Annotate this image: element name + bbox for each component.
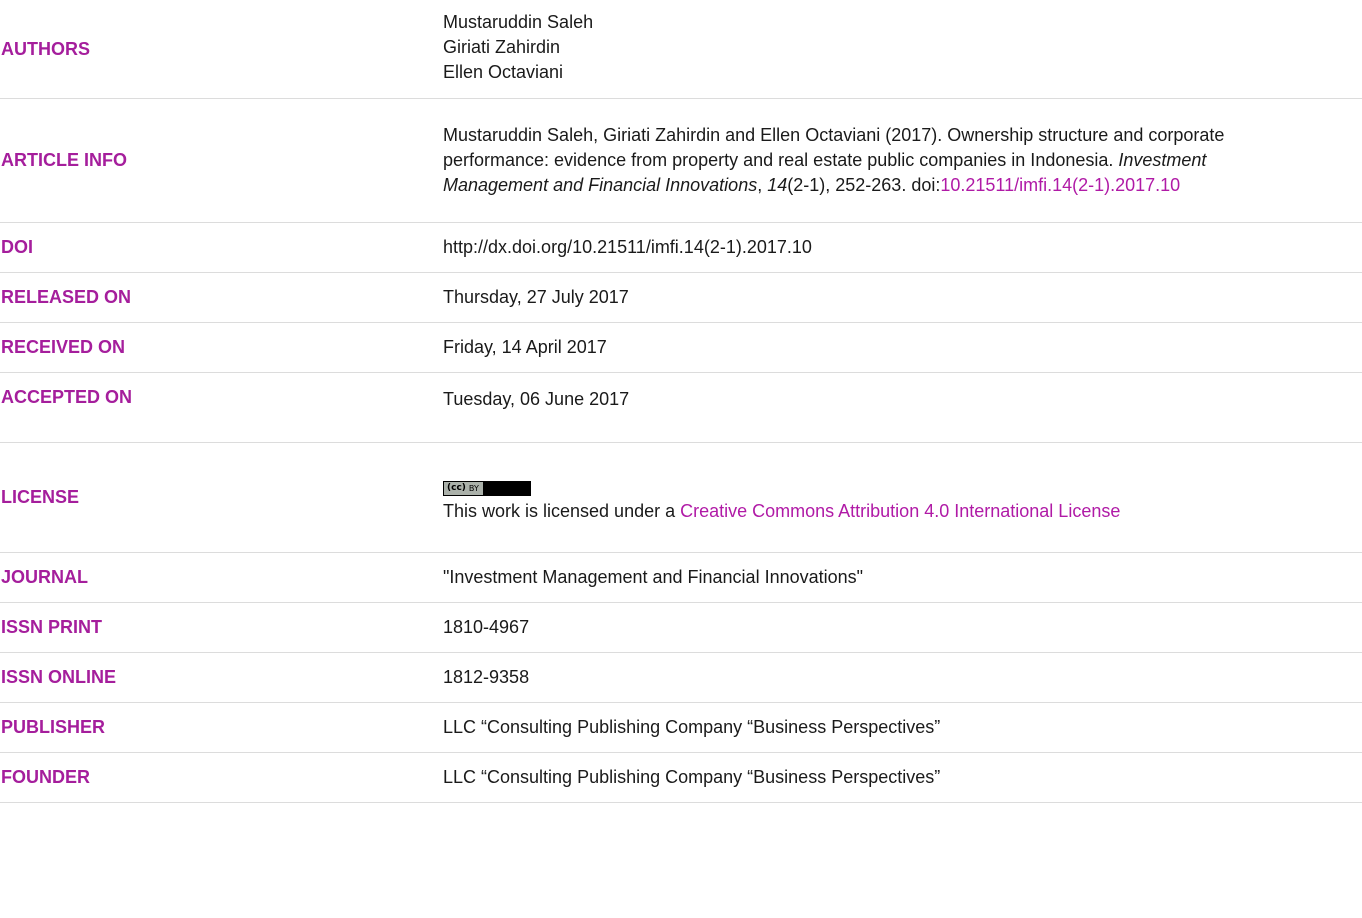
issn-online-value: 1812-9358 [443, 667, 530, 687]
released-on-label: RELEASED ON [1, 287, 132, 307]
accepted-on-value: Tuesday, 06 June 2017 [443, 389, 630, 409]
publisher-value: LLC “Consulting Publishing Company “Busi… [443, 717, 941, 737]
authors-label: AUTHORS [1, 38, 90, 59]
issn-online-label: ISSN ONLINE [1, 667, 117, 687]
issn-online-row: ISSN ONLINE 1812-9358 [0, 653, 1362, 703]
publisher-row: PUBLISHER LLC “Consulting Publishing Com… [0, 703, 1362, 753]
license-text: This work is licensed under a Creative C… [443, 499, 1314, 524]
author-name: Giriati Zahirdin [443, 36, 561, 57]
journal-label: JOURNAL [1, 567, 89, 587]
author-name: Ellen Octaviani [443, 61, 564, 82]
author-name: Mustaruddin Saleh [443, 11, 594, 32]
issn-print-row: ISSN PRINT 1810-4967 [0, 603, 1362, 653]
license-row: LICENSE (cc) BY This work is licensed un… [0, 443, 1362, 553]
founder-label: FOUNDER [1, 767, 90, 787]
doi-value: http://dx.doi.org/10.21511/imfi.14(2-1).… [443, 237, 812, 257]
received-on-label: RECEIVED ON [1, 337, 126, 357]
accepted-on-label: ACCEPTED ON [1, 387, 133, 407]
founder-row: FOUNDER LLC “Consulting Publishing Compa… [0, 753, 1362, 803]
authors-row: AUTHORS Mustaruddin Saleh Giriati Zahird… [0, 0, 1362, 99]
license-link[interactable]: Creative Commons Attribution 4.0 Interna… [680, 501, 1120, 521]
publisher-label: PUBLISHER [1, 717, 106, 737]
citation-volume: 14 [767, 175, 788, 195]
received-on-value: Friday, 14 April 2017 [443, 337, 607, 357]
issn-print-value: 1810-4967 [443, 617, 530, 637]
cc-icon: (cc) [444, 481, 469, 495]
license-value: (cc) BY This work is licensed under a Cr… [443, 472, 1362, 524]
released-on-value: Thursday, 27 July 2017 [443, 287, 629, 307]
article-metadata-table: AUTHORS Mustaruddin Saleh Giriati Zahird… [0, 0, 1362, 803]
released-on-row: RELEASED ON Thursday, 27 July 2017 [0, 273, 1362, 323]
journal-row: JOURNAL "Investment Management and Finan… [0, 553, 1362, 603]
founder-value: LLC “Consulting Publishing Company “Busi… [443, 767, 941, 787]
license-prefix: This work is licensed under a [443, 500, 681, 521]
doi-row: DOI http://dx.doi.org/10.21511/imfi.14(2… [0, 223, 1362, 273]
citation-text: Mustaruddin Saleh, Giriati Zahirdin and … [443, 125, 1225, 170]
authors-list: Mustaruddin Saleh Giriati Zahirdin Ellen… [443, 10, 1362, 85]
citation-doi-link[interactable]: 10.21511/imfi.14(2-1).2017.10 [940, 175, 1180, 195]
article-info-label: ARTICLE INFO [1, 150, 127, 170]
received-on-row: RECEIVED ON Friday, 14 April 2017 [0, 323, 1362, 373]
article-info-citation: Mustaruddin Saleh, Giriati Zahirdin and … [443, 123, 1362, 198]
by-icon: BY [468, 481, 483, 495]
issn-print-label: ISSN PRINT [1, 617, 103, 637]
cc-by-badge[interactable]: (cc) BY [443, 480, 531, 496]
article-info-row: ARTICLE INFO Mustaruddin Saleh, Giriati … [0, 99, 1362, 223]
journal-value: "Investment Management and Financial Inn… [443, 567, 864, 587]
accepted-on-row: ACCEPTED ON Tuesday, 06 June 2017 [0, 373, 1362, 443]
license-label: LICENSE [1, 487, 80, 507]
doi-label: DOI [1, 237, 34, 257]
citation-pages: (2-1), 252-263. doi: [787, 175, 941, 195]
badge-bar [482, 481, 530, 495]
citation-separator: , [757, 175, 768, 195]
